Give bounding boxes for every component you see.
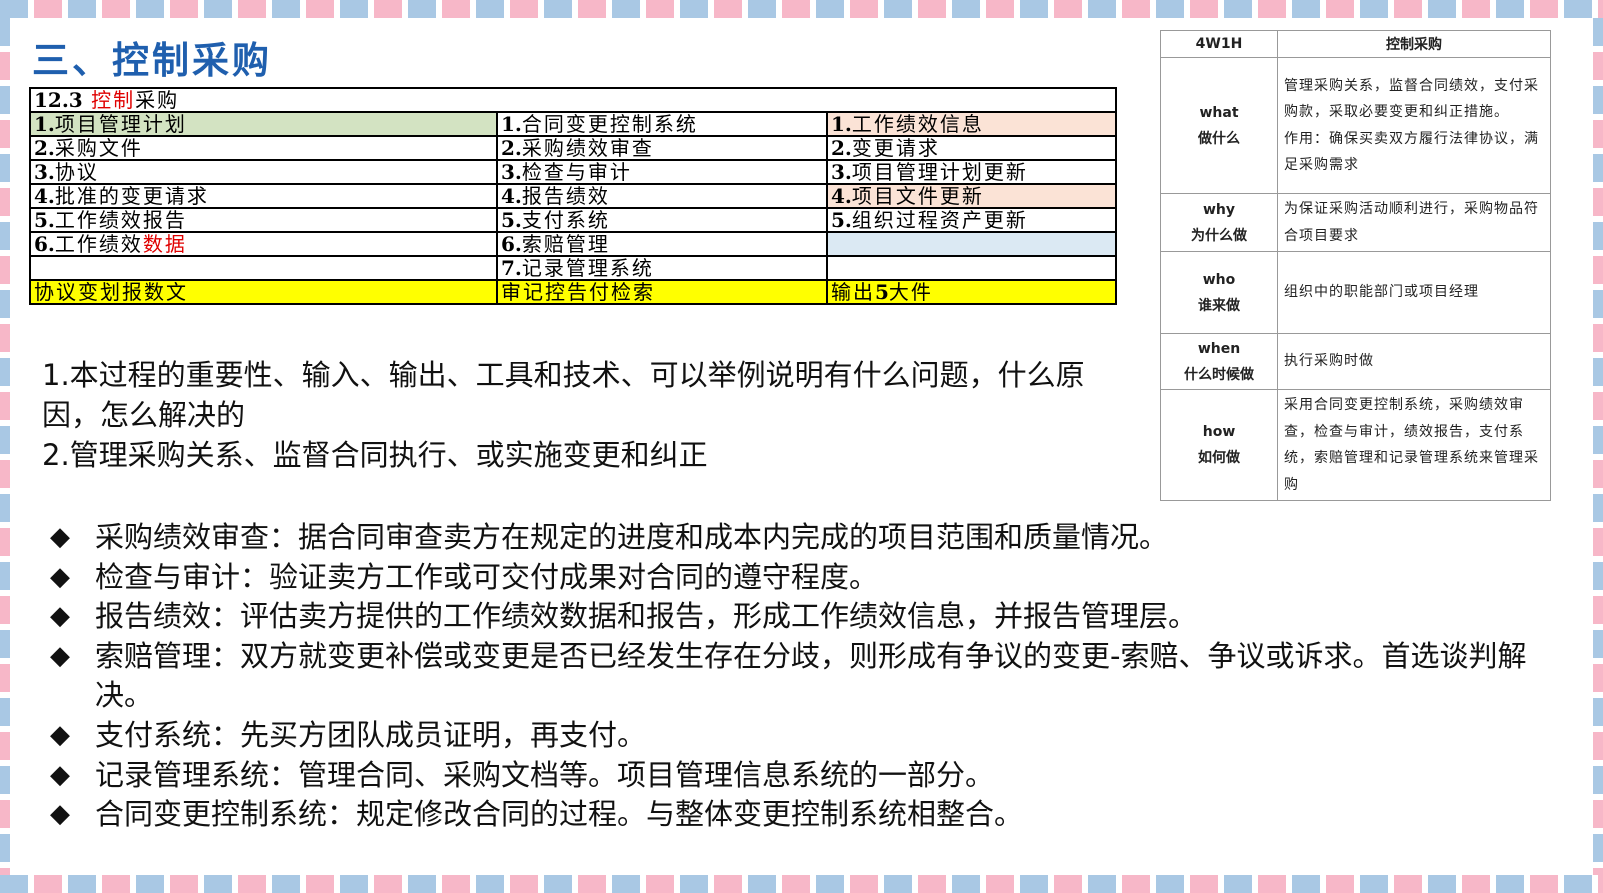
4w1h-header-row: 4W1H 控制采购 <box>1160 30 1551 58</box>
4w1h-row: what 做什么 管理采购关系，监督合同绩效，支付采购款，采取必要变更和纠正措施。… <box>1160 57 1551 194</box>
list-item: ◆ 索赔管理：双方就变更补偿或变更是否已经发生存在分歧，则形成有争议的变更-索赔、… <box>50 637 1570 716</box>
diamond-bullet-icon: ◆ <box>50 561 70 592</box>
heading-blank <box>827 87 1117 113</box>
output-cell: 2.变更请求 <box>826 135 1117 161</box>
bullet-list: ◆ 采购绩效审查：据合同审查卖方在规定的进度和成本内完成的项目范围和质量情况。 ◆… <box>50 518 1570 835</box>
diamond-bullet-icon: ◆ <box>50 719 70 750</box>
list-item: ◆ 记录管理系统：管理合同、采购文档等。项目管理信息系统的一部分。 <box>50 756 1570 796</box>
list-item: ◆ 合同变更控制系统：规定修改合同的过程。与整体变更控制系统相整合。 <box>50 795 1570 835</box>
list-item: ◆ 支付系统：先买方团队成员证明，再支付。 <box>50 716 1570 756</box>
4w1h-table: 4W1H 控制采购 what 做什么 管理采购关系，监督合同绩效，支付采购款，采取… <box>1160 30 1551 501</box>
list-item: ◆ 检查与审计：验证卖方工作或可交付成果对合同的遵守程度。 <box>50 558 1570 598</box>
input-cell: 6.工作绩效数据 <box>29 231 498 257</box>
table-row: 1.项目管理计划 1.合同变更控制系统 1.工作绩效信息 <box>29 111 1117 137</box>
tool-cell: 3.检查与审计 <box>496 159 828 185</box>
table-row: 7.记录管理系统 <box>29 255 1117 281</box>
tool-cell: 6.索赔管理 <box>496 231 828 257</box>
4w1h-value: 采用合同变更控制系统，采购绩效审查，检查与审计，绩效报告，支付系统，索赔管理和记… <box>1277 389 1551 501</box>
output-cell: 3.项目管理计划更新 <box>826 159 1117 185</box>
4w1h-row: why 为什么做 为保证采购活动顺利进行，采购物品符合项目要求 <box>1160 193 1551 252</box>
4w1h-key: why 为什么做 <box>1160 193 1278 252</box>
4w1h-value: 组织中的职能部门或项目经理 <box>1277 251 1551 334</box>
4w1h-header-right: 控制采购 <box>1277 30 1551 58</box>
output-cell: 4.项目文件更新 <box>826 183 1117 209</box>
4w1h-value: 管理采购关系，监督合同绩效，支付采购款，采取必要变更和纠正措施。 作用：确保买卖双… <box>1277 57 1551 194</box>
input-cell: 3.协议 <box>29 159 498 185</box>
page-title: 三、控制采购 <box>32 38 272 82</box>
list-item: ◆ 采购绩效审查：据合同审查卖方在规定的进度和成本内完成的项目范围和质量情况。 <box>50 518 1570 558</box>
diamond-bullet-icon: ◆ <box>50 522 70 552</box>
diamond-bullet-icon: ◆ <box>50 640 70 671</box>
border-stripe-right <box>1593 18 1603 875</box>
border-stripe-bottom <box>0 875 1603 893</box>
heading-blank <box>497 87 827 113</box>
4w1h-row: who 谁来做 组织中的职能部门或项目经理 <box>1160 251 1551 334</box>
table-row: 4.批准的变更请求 4.报告绩效 4.项目文件更新 <box>29 183 1117 209</box>
4w1h-value: 执行采购时做 <box>1277 333 1551 390</box>
table-row: 3.协议 3.检查与审计 3.项目管理计划更新 <box>29 159 1117 185</box>
4w1h-row: how 如何做 采用合同变更控制系统，采购绩效审查，检查与审计，绩效报告，支付系统… <box>1160 389 1551 501</box>
diamond-bullet-icon: ◆ <box>50 601 70 632</box>
border-stripe-left <box>0 18 10 875</box>
input-cell <box>29 255 498 281</box>
4w1h-header-left: 4W1H <box>1160 30 1278 58</box>
4w1h-key: how 如何做 <box>1160 389 1278 501</box>
process-heading: 12.3 控制采购 <box>29 87 497 113</box>
table-row: 2.采购文件 2.采购绩效审查 2.变更请求 <box>29 135 1117 161</box>
border-stripe-top <box>0 0 1603 18</box>
4w1h-key: what 做什么 <box>1160 57 1278 194</box>
tool-cell: 5.支付系统 <box>496 207 828 233</box>
tool-cell: 7.记录管理系统 <box>496 255 828 281</box>
heading-number: 12.3 <box>34 88 83 112</box>
table-row: 6.工作绩效数据 6.索赔管理 <box>29 231 1117 257</box>
input-cell: 5.工作绩效报告 <box>29 207 498 233</box>
4w1h-row: when 什么时候做 执行采购时做 <box>1160 333 1551 390</box>
4w1h-key: when 什么时候做 <box>1160 333 1278 390</box>
input-cell: 1.项目管理计划 <box>29 111 498 137</box>
4w1h-value: 为保证采购活动顺利进行，采购物品符合项目要求 <box>1277 193 1551 252</box>
tool-cell: 2.采购绩效审查 <box>496 135 828 161</box>
summary-tool: 审记控告付检索 <box>496 279 828 305</box>
summary-input: 协议变划报数文 <box>29 279 498 305</box>
summary-output: 输出5大件 <box>826 279 1117 305</box>
diamond-bullet-icon: ◆ <box>50 799 70 830</box>
diamond-bullet-icon: ◆ <box>50 759 70 790</box>
tool-cell: 1.合同变更控制系统 <box>496 111 828 137</box>
output-cell <box>826 255 1117 281</box>
output-cell: 1.工作绩效信息 <box>826 111 1117 137</box>
input-cell: 4.批准的变更请求 <box>29 183 498 209</box>
paragraph-line: 2.管理采购关系、监督合同执行、或实施变更和纠正 <box>42 438 708 472</box>
discussion-paragraph: 1.本过程的重要性、输入、输出、工具和技术、可以举例说明有什么问题，什么原因，怎… <box>42 355 1102 475</box>
output-cell: 5.组织过程资产更新 <box>826 207 1117 233</box>
process-table: 12.3 控制采购 1.项目管理计划 1.合同变更控制系统 1.工作绩效信息 2… <box>29 87 1117 305</box>
input-cell: 2.采购文件 <box>29 135 498 161</box>
summary-row: 协议变划报数文 审记控告付检索 输出5大件 <box>29 279 1117 305</box>
list-item: ◆ 报告绩效：评估卖方提供的工作绩效数据和报告，形成工作绩效信息，并报告管理层。 <box>50 597 1570 637</box>
paragraph-line: 1.本过程的重要性、输入、输出、工具和技术、可以举例说明有什么问题，什么原因，怎… <box>42 358 1085 432</box>
output-cell <box>826 231 1117 257</box>
process-heading-row: 12.3 控制采购 <box>29 87 1117 113</box>
4w1h-key: who 谁来做 <box>1160 251 1278 334</box>
heading-text: 采购 <box>135 88 180 112</box>
table-row: 5.工作绩效报告 5.支付系统 5.组织过程资产更新 <box>29 207 1117 233</box>
tool-cell: 4.报告绩效 <box>496 183 828 209</box>
heading-red-text: 控制 <box>91 88 136 112</box>
